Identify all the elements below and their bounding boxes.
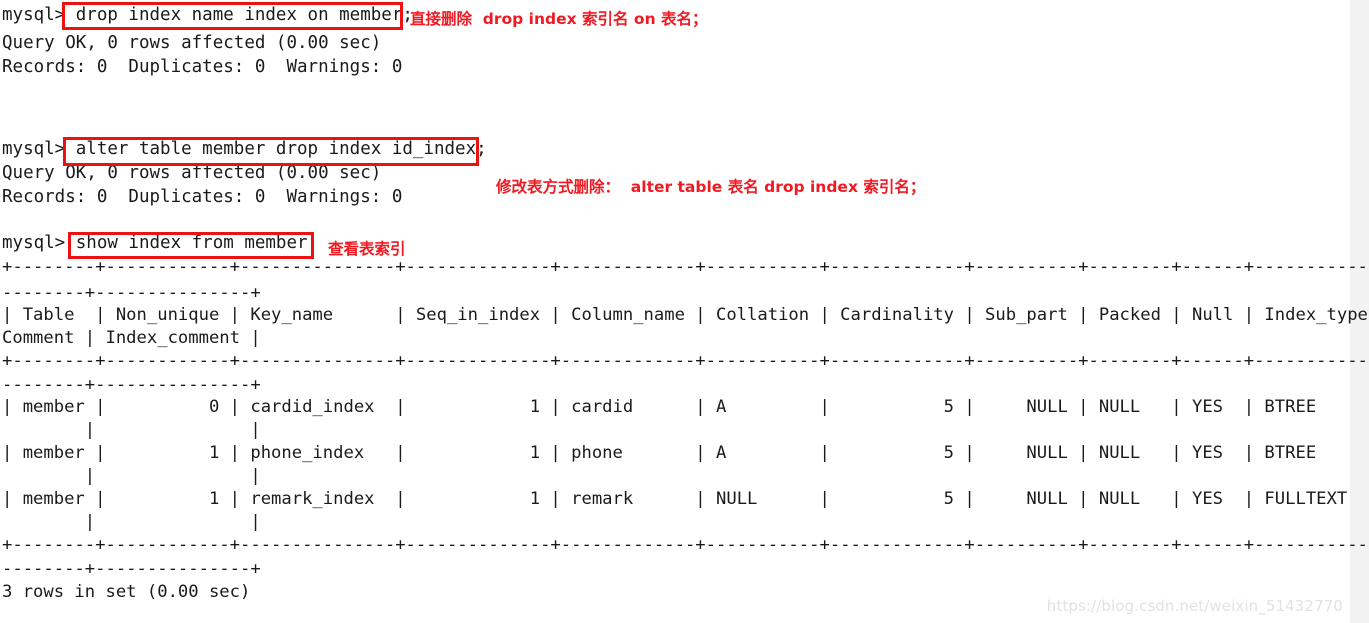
table-row: Comment | Index_comment |	[2, 328, 261, 348]
table-row: | |	[2, 420, 261, 440]
annotation-text-1: 直接删除 drop index 索引名 on 表名；	[410, 10, 708, 28]
terminal-line: Records: 0 Duplicates: 0 Warnings: 0	[2, 187, 403, 207]
table-row: --------+---------------+	[2, 283, 261, 303]
csdn-watermark: https://blog.csdn.net/weixin_51432770	[1046, 597, 1343, 615]
table-row: +--------+------------+---------------+-…	[2, 257, 1369, 277]
table-row: | member | 1 | phone_index | 1 | phone |…	[2, 443, 1369, 463]
table-row: | member | 0 | cardid_index | 1 | cardid…	[2, 397, 1369, 417]
mysql-terminal-output[interactable]: mysql> drop index name index on member; Q…	[0, 0, 1369, 623]
table-row: +--------+------------+---------------+-…	[2, 535, 1369, 555]
terminal-line: Query OK, 0 rows affected (0.00 sec)	[2, 33, 382, 53]
table-row: | |	[2, 512, 261, 532]
terminal-line: mysql> show index from member;	[2, 233, 319, 253]
terminal-line: mysql> drop index name index on member;	[2, 5, 413, 25]
annotation-text-2: 修改表方式删除： alter table 表名 drop index 索引名；	[496, 178, 926, 196]
terminal-line: Records: 0 Duplicates: 0 Warnings: 0	[2, 57, 403, 77]
table-row: | |	[2, 466, 261, 486]
table-row: | Table | Non_unique | Key_name | Seq_in…	[2, 305, 1369, 325]
table-row: 3 rows in set (0.00 sec)	[2, 582, 251, 602]
terminal-line: mysql> alter table member drop index id_…	[2, 139, 487, 159]
table-row: +--------+------------+---------------+-…	[2, 351, 1369, 371]
terminal-line: Query OK, 0 rows affected (0.00 sec)	[2, 163, 382, 183]
annotation-text-3: 查看表索引	[328, 240, 406, 258]
table-row: | member | 1 | remark_index | 1 | remark…	[2, 489, 1369, 509]
table-row: --------+---------------+	[2, 375, 261, 395]
table-row: --------+---------------+	[2, 559, 261, 579]
